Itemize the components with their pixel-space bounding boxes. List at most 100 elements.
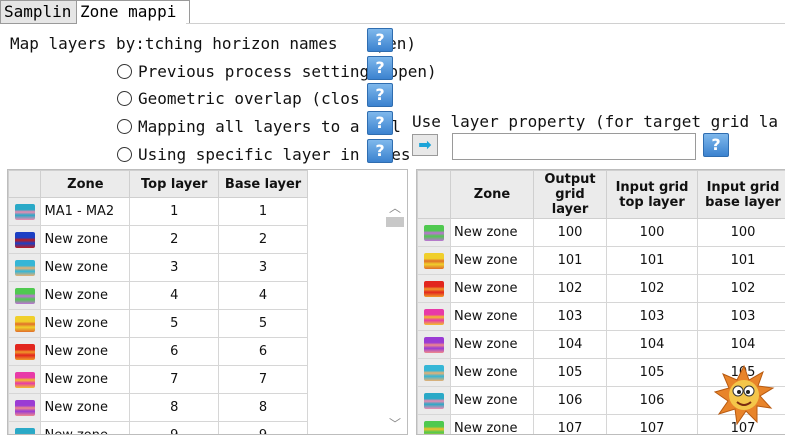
base-layer-cell[interactable]: 7 <box>219 366 308 394</box>
zone-name-cell[interactable]: New zone <box>41 338 130 366</box>
left-header-base-layer[interactable]: Base layer <box>219 171 308 198</box>
right-header-zone[interactable]: Zone <box>451 171 534 219</box>
input-top-cell[interactable]: 107 <box>607 415 698 435</box>
zone-icon-cell <box>418 303 451 331</box>
input-top-cell[interactable]: 101 <box>607 247 698 275</box>
top-layer-cell[interactable]: 2 <box>130 226 219 254</box>
top-layer-cell[interactable]: 8 <box>130 394 219 422</box>
output-layer-cell[interactable]: 107 <box>534 415 607 435</box>
scroll-down-icon[interactable]: ﹀ <box>383 415 407 432</box>
base-layer-cell[interactable]: 3 <box>219 254 308 282</box>
base-layer-cell[interactable]: 6 <box>219 338 308 366</box>
input-base-cell[interactable]: 100 <box>698 219 785 247</box>
table-row[interactable]: New zone100100100 <box>418 219 785 247</box>
zone-name-cell[interactable]: New zone <box>41 366 130 394</box>
output-layer-cell[interactable]: 100 <box>534 219 607 247</box>
table-row[interactable]: New zone33 <box>9 254 308 282</box>
right-header-output-layer[interactable]: Output grid layer <box>534 171 607 219</box>
input-base-cell[interactable]: 102 <box>698 275 785 303</box>
help-icon[interactable]: ? <box>703 133 729 157</box>
zone-color-icon <box>15 232 35 248</box>
table-row[interactable]: New zone55 <box>9 310 308 338</box>
top-layer-cell[interactable]: 1 <box>130 198 219 226</box>
help-icon[interactable]: ? <box>367 83 393 107</box>
input-top-cell[interactable]: 102 <box>607 275 698 303</box>
table-row[interactable]: New zone101101101 <box>418 247 785 275</box>
top-layer-cell[interactable]: 3 <box>130 254 219 282</box>
left-header-top-layer[interactable]: Top layer <box>130 171 219 198</box>
zone-color-icon <box>15 428 35 435</box>
radio-specific-layer-indexes[interactable] <box>117 147 132 162</box>
input-top-cell[interactable]: 100 <box>607 219 698 247</box>
input-top-cell[interactable]: 106 <box>607 387 698 415</box>
base-layer-cell[interactable]: 2 <box>219 226 308 254</box>
zone-name-cell[interactable]: New zone <box>41 226 130 254</box>
radio-previous-process[interactable] <box>117 64 132 79</box>
table-row[interactable]: New zone44 <box>9 282 308 310</box>
help-icon[interactable]: ? <box>367 56 393 80</box>
input-base-cell[interactable]: 103 <box>698 303 785 331</box>
table-row[interactable]: New zone103103103 <box>418 303 785 331</box>
base-layer-cell[interactable]: 4 <box>219 282 308 310</box>
help-icon[interactable]: ? <box>367 111 393 135</box>
radio-mapping-all-layers[interactable] <box>117 119 132 134</box>
scroll-up-icon[interactable]: ︿ <box>383 199 407 216</box>
zone-name-cell[interactable]: New zone <box>451 219 534 247</box>
table-row[interactable]: MA1 - MA211 <box>9 198 308 226</box>
table-row[interactable]: New zone88 <box>9 394 308 422</box>
tab-sampling[interactable]: Samplin <box>0 0 78 24</box>
zone-color-icon <box>424 393 444 409</box>
input-top-cell[interactable]: 104 <box>607 331 698 359</box>
zone-name-cell[interactable]: New zone <box>451 387 534 415</box>
output-layer-cell[interactable]: 103 <box>534 303 607 331</box>
output-layer-cell[interactable]: 101 <box>534 247 607 275</box>
help-icon[interactable]: ? <box>367 28 393 52</box>
right-header-input-top[interactable]: Input grid top layer <box>607 171 698 219</box>
zone-name-cell[interactable]: New zone <box>41 394 130 422</box>
base-layer-cell[interactable]: 1 <box>219 198 308 226</box>
input-top-cell[interactable]: 105 <box>607 359 698 387</box>
table-row[interactable]: New zone77 <box>9 366 308 394</box>
zone-color-icon <box>424 309 444 325</box>
top-layer-cell[interactable]: 6 <box>130 338 219 366</box>
table-row[interactable]: New zone66 <box>9 338 308 366</box>
top-layer-cell[interactable]: 5 <box>130 310 219 338</box>
output-layer-cell[interactable]: 104 <box>534 331 607 359</box>
output-layer-cell[interactable]: 105 <box>534 359 607 387</box>
option-label: Mapping all layers to a <box>138 117 360 136</box>
layer-property-input[interactable] <box>452 133 696 160</box>
output-layer-cell[interactable]: 102 <box>534 275 607 303</box>
top-layer-cell[interactable]: 7 <box>130 366 219 394</box>
table-row[interactable]: New zone104104104 <box>418 331 785 359</box>
input-top-cell[interactable]: 103 <box>607 303 698 331</box>
zone-name-cell[interactable]: New zone <box>451 275 534 303</box>
base-layer-cell[interactable]: 5 <box>219 310 308 338</box>
zone-color-icon <box>424 337 444 353</box>
zone-name-cell[interactable]: New zone <box>451 359 534 387</box>
top-layer-cell[interactable]: 4 <box>130 282 219 310</box>
zone-name-cell[interactable]: New zone <box>41 254 130 282</box>
zone-name-cell[interactable]: New zone <box>451 303 534 331</box>
help-icon[interactable]: ? <box>367 139 393 163</box>
zone-color-icon <box>424 365 444 381</box>
input-base-cell[interactable]: 101 <box>698 247 785 275</box>
zone-name-cell[interactable]: New zone <box>451 247 534 275</box>
tab-zone-mapping[interactable]: Zone mappi <box>76 0 190 24</box>
zone-name-cell[interactable]: New zone <box>451 415 534 435</box>
zone-name-cell[interactable]: New zone <box>451 331 534 359</box>
input-base-cell[interactable]: 104 <box>698 331 785 359</box>
zone-name-cell[interactable]: MA1 - MA2 <box>41 198 130 226</box>
output-layer-cell[interactable]: 106 <box>534 387 607 415</box>
left-table-scrollbar[interactable]: ︿ ﹀ <box>383 197 407 434</box>
table-row[interactable]: New zone102102102 <box>418 275 785 303</box>
scroll-thumb[interactable] <box>386 217 404 227</box>
zone-name-cell[interactable]: New zone <box>41 282 130 310</box>
map-layers-label: Map layers by:tching horizon namespen) <box>10 34 416 53</box>
radio-geometric-overlap[interactable] <box>117 91 132 106</box>
zone-name-cell[interactable]: New zone <box>41 310 130 338</box>
left-header-zone[interactable]: Zone <box>41 171 130 198</box>
base-layer-cell[interactable]: 8 <box>219 394 308 422</box>
table-row[interactable]: New zone22 <box>9 226 308 254</box>
right-header-input-base[interactable]: Input grid base layer <box>698 171 785 219</box>
arrow-right-icon[interactable]: ➡ <box>412 134 438 156</box>
